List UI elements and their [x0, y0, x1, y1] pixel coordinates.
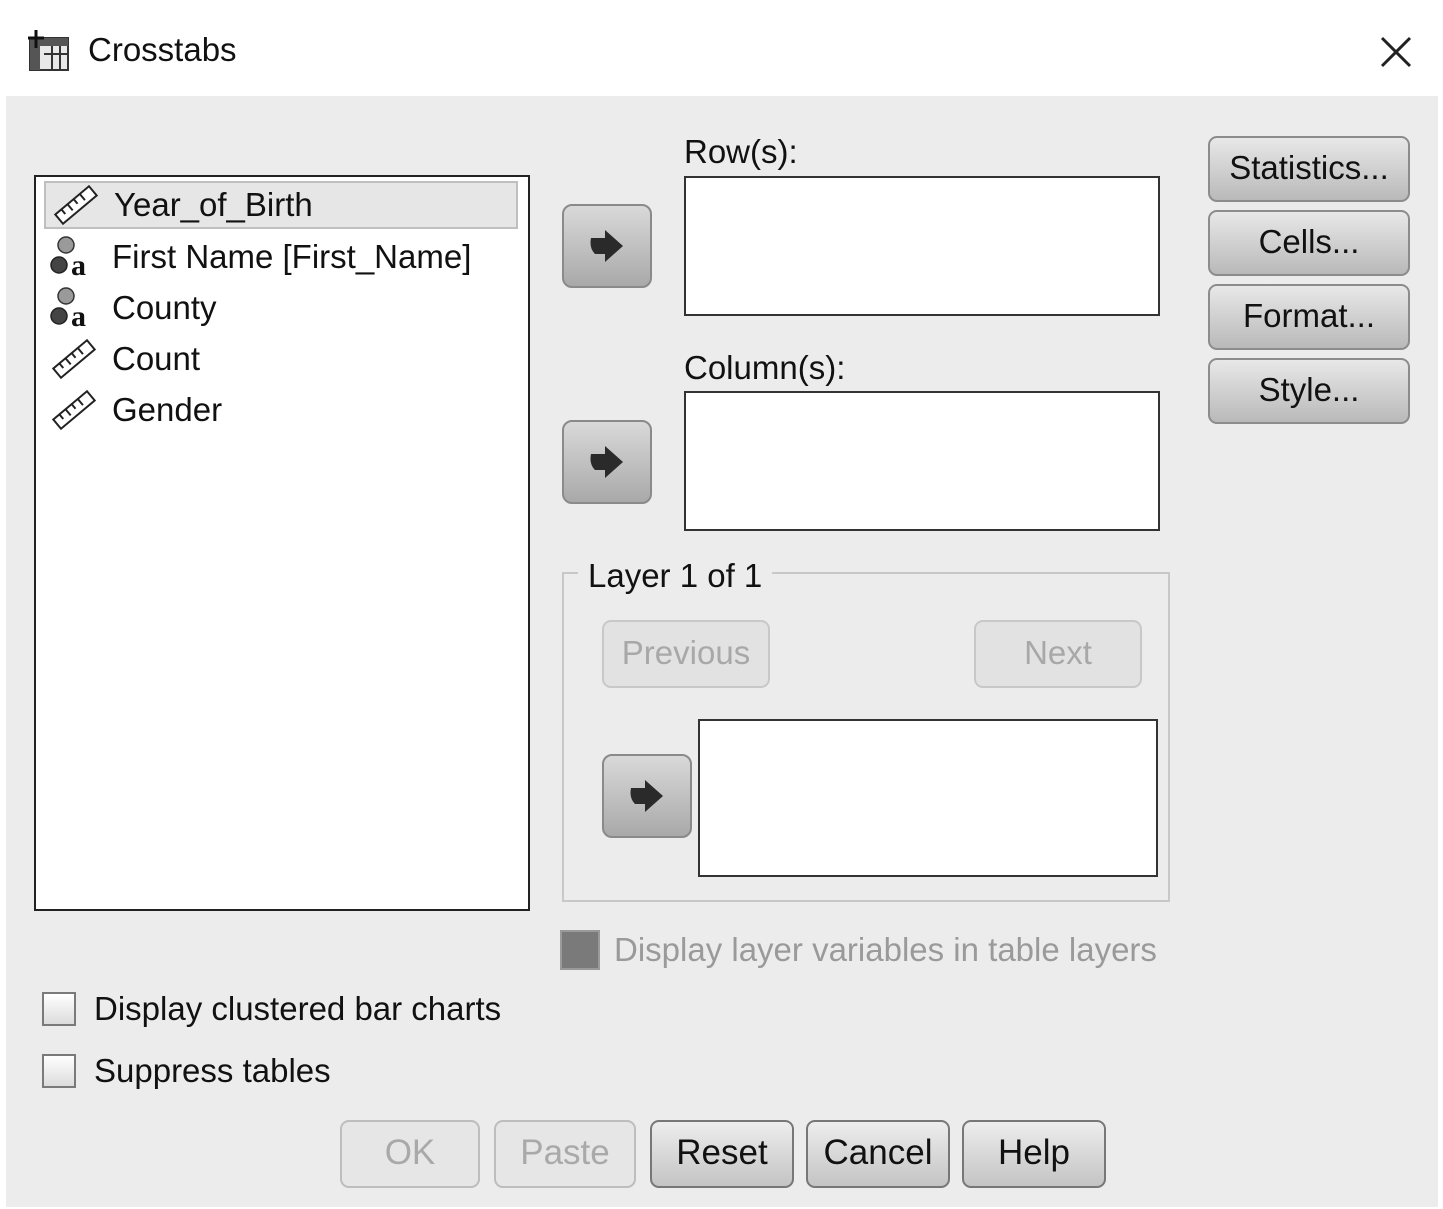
- variable-list[interactable]: Year_of_Birth a First Name [First_Name] …: [34, 175, 530, 911]
- list-item-count[interactable]: Count: [44, 335, 518, 383]
- clustered-bars-option[interactable]: Display clustered bar charts: [42, 990, 501, 1028]
- move-to-columns-button[interactable]: [562, 420, 652, 504]
- list-item-gender[interactable]: Gender: [44, 386, 518, 434]
- columns-box[interactable]: [684, 391, 1160, 531]
- display-layer-option[interactable]: Display layer variables in table layers: [560, 930, 1157, 970]
- suppress-tables-label: Suppress tables: [94, 1052, 331, 1089]
- arrow-right-icon: [590, 230, 623, 262]
- nominal-string-icon: a: [50, 236, 86, 279]
- clustered-bars-label: Display clustered bar charts: [94, 990, 502, 1027]
- nominal-string-icon: a: [50, 287, 86, 330]
- variable-label: Count: [112, 340, 201, 377]
- ok-button[interactable]: OK: [340, 1120, 480, 1188]
- cells-button[interactable]: Cells...: [1208, 210, 1410, 276]
- list-item-first-name[interactable]: a First Name [First_Name]: [44, 233, 518, 281]
- layer-legend: Layer 1 of 1: [578, 556, 773, 596]
- variable-label: First Name [First_Name]: [112, 238, 472, 275]
- ruler-icon: [51, 389, 97, 431]
- ruler-icon: [53, 184, 99, 226]
- paste-button[interactable]: Paste: [494, 1120, 636, 1188]
- window-title: Crosstabs: [88, 31, 237, 68]
- move-to-layer-button[interactable]: [602, 754, 692, 838]
- suppress-tables-checkbox[interactable]: [42, 1054, 76, 1088]
- crosstabs-app-icon: [28, 30, 69, 71]
- next-button[interactable]: Next: [974, 620, 1142, 688]
- list-item-county[interactable]: a County: [44, 284, 518, 332]
- style-button[interactable]: Style...: [1208, 358, 1410, 424]
- svg-text:a: a: [71, 249, 86, 279]
- layer-box[interactable]: [698, 719, 1158, 877]
- ruler-icon: [51, 338, 97, 380]
- display-layer-checkbox[interactable]: [560, 930, 600, 970]
- columns-label: Column(s):: [684, 349, 846, 386]
- format-button[interactable]: Format...: [1208, 284, 1410, 350]
- close-icon[interactable]: [1372, 28, 1420, 76]
- statistics-button[interactable]: Statistics...: [1208, 136, 1410, 202]
- move-to-rows-button[interactable]: [562, 204, 652, 288]
- arrow-right-icon: [630, 780, 663, 812]
- svg-text:a: a: [71, 300, 86, 330]
- variable-label: Year_of_Birth: [114, 186, 313, 223]
- list-item-year-of-birth[interactable]: Year_of_Birth: [44, 181, 518, 229]
- rows-box[interactable]: [684, 176, 1160, 316]
- help-button[interactable]: Help: [962, 1120, 1106, 1188]
- variable-label: County: [112, 289, 217, 326]
- rows-label: Row(s):: [684, 133, 798, 170]
- cancel-button[interactable]: Cancel: [806, 1120, 950, 1188]
- clustered-bars-checkbox[interactable]: [42, 992, 76, 1026]
- suppress-tables-option[interactable]: Suppress tables: [42, 1052, 331, 1090]
- display-layer-label: Display layer variables in table layers: [614, 931, 1157, 968]
- reset-button[interactable]: Reset: [650, 1120, 794, 1188]
- variable-label: Gender: [112, 391, 223, 428]
- previous-button[interactable]: Previous: [602, 620, 770, 688]
- arrow-right-icon: [590, 446, 623, 478]
